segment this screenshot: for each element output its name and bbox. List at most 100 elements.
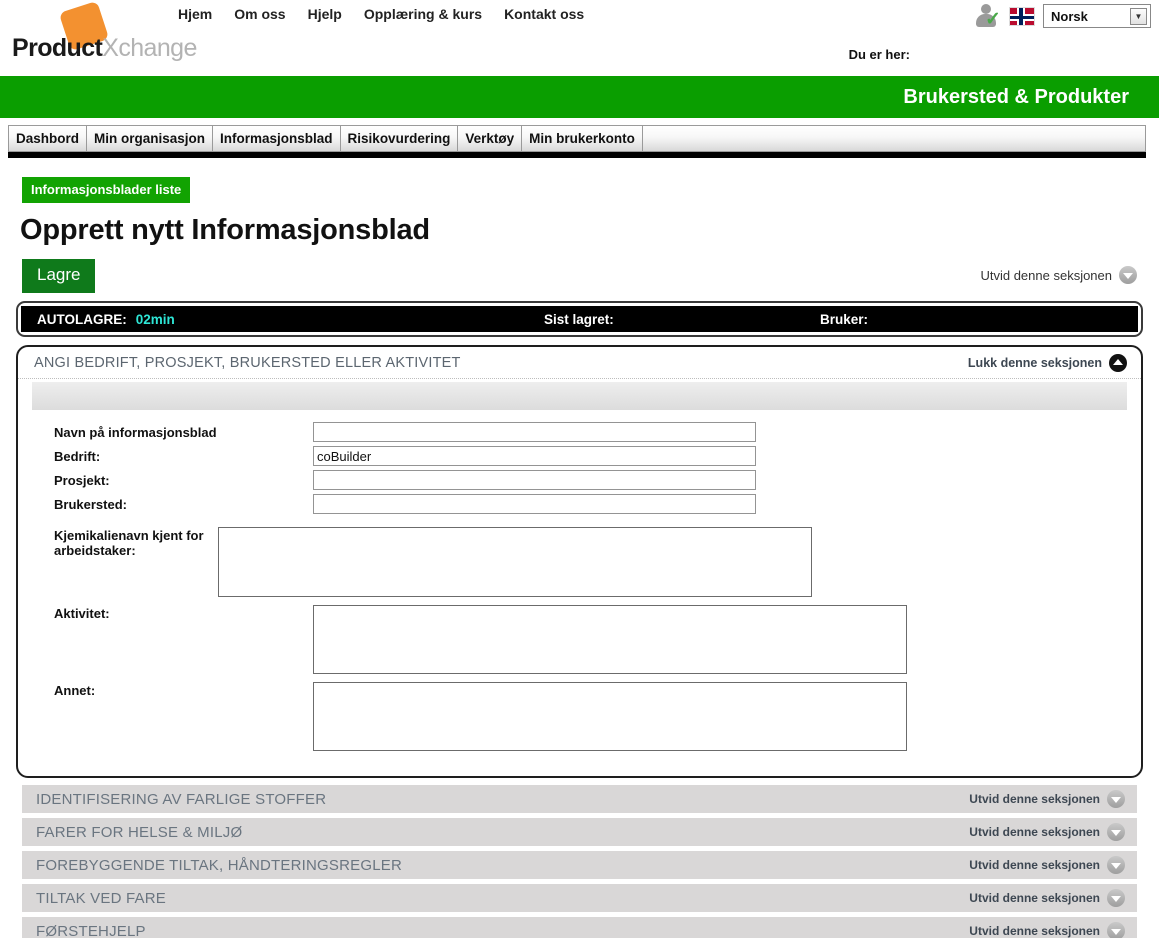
top-navigation: Hjem Om oss Hjelp Opplæring & kurs Konta… <box>178 6 584 22</box>
form-row: Kjemikalienavn kjent for arbeidstaker: <box>18 527 1141 597</box>
language-select-value: Norsk <box>1051 8 1088 24</box>
expand-section-button[interactable]: Utvid denne seksjonen <box>969 889 1125 907</box>
triangle <box>1111 928 1121 935</box>
page-banner: Brukersted & Produkter <box>0 76 1159 118</box>
expand-section-label: Utvid denne seksjonen <box>969 891 1100 905</box>
nav-item-hjem[interactable]: Hjem <box>178 6 212 22</box>
triangle <box>1111 829 1121 836</box>
checkmark-icon: ✓ <box>985 9 1001 30</box>
chevron-up-circle-icon[interactable] <box>1109 353 1127 372</box>
textarea-annet[interactable] <box>313 682 907 751</box>
tab-filler <box>643 126 1145 151</box>
form-row: Annet: <box>18 682 1141 751</box>
tab-underline <box>8 152 1146 158</box>
breadcrumb-informasjonsblader-liste[interactable]: Informasjonsblader liste <box>22 177 191 203</box>
last-saved-label: Sist lagret: <box>544 311 614 327</box>
triangle <box>1111 862 1121 869</box>
section-title: FARER FOR HELSE & MILJØ <box>36 823 243 841</box>
chevron-down-icon[interactable]: ▼ <box>1130 7 1147 25</box>
expand-all-label: Utvid denne seksjonen <box>980 267 1112 283</box>
save-button[interactable]: Lagre <box>22 259 96 293</box>
collapsed-sections: IDENTIFISERING AV FARLIGE STOFFER Utvid … <box>22 785 1137 938</box>
section-farer-for-helse-miljo[interactable]: FARER FOR HELSE & MILJØ Utvid denne seks… <box>22 818 1137 846</box>
textarea-kjemikalienavn[interactable] <box>218 527 812 597</box>
section-title: FOREBYGGENDE TILTAK, HÅNDTERINGSREGLER <box>36 856 402 874</box>
section-header[interactable]: ANGI BEDRIFT, PROSJEKT, BRUKERSTED ELLER… <box>18 347 1141 379</box>
section-title: FØRSTEHJELP <box>36 922 146 938</box>
section-title: ANGI BEDRIFT, PROSJEKT, BRUKERSTED ELLER… <box>34 354 461 371</box>
triangle <box>1123 272 1133 279</box>
section-tiltak-ved-fare[interactable]: TILTAK VED FARE Utvid denne seksjonen <box>22 884 1137 912</box>
expand-section-label: Utvid denne seksjonen <box>969 858 1100 872</box>
triangle <box>1111 895 1121 902</box>
label-navn-pa-informasjonsblad: Navn på informasjonsblad <box>54 425 217 440</box>
section-form: Navn på informasjonsblad Bedrift: Prosje… <box>18 410 1141 776</box>
close-section-label: Lukk denne seksjonen <box>967 355 1102 370</box>
action-row: Lagre Utvid denne seksjonen <box>0 259 1159 295</box>
main-tabs: Dashbord Min organisasjon Informasjonsbl… <box>8 125 1146 158</box>
tab-dashbord[interactable]: Dashbord <box>9 126 88 151</box>
section-forstehjelp[interactable]: FØRSTEHJELP Utvid denne seksjonen <box>22 917 1137 938</box>
expand-section-button[interactable]: Utvid denne seksjonen <box>969 856 1125 874</box>
label-aktivitet: Aktivitet: <box>54 606 110 621</box>
input-prosjekt[interactable] <box>313 470 756 490</box>
norway-flag-icon <box>1009 6 1035 26</box>
input-bedrift[interactable] <box>313 446 756 466</box>
nav-item-opplaering-kurs[interactable]: Opplæring & kurs <box>364 6 482 22</box>
chevron-down-circle-icon[interactable] <box>1107 823 1125 841</box>
logo-text-xchange: Xchange <box>102 34 197 62</box>
site-header: ProductXchange Hjem Om oss Hjelp Opplæri… <box>0 0 1159 76</box>
logo[interactable]: ProductXchange <box>12 0 197 66</box>
label-annet: Annet: <box>54 683 96 698</box>
autosave-label: AUTOLAGRE: <box>37 311 127 327</box>
section-forebyggende-tiltak[interactable]: FOREBYGGENDE TILTAK, HÅNDTERINGSREGLER U… <box>22 851 1137 879</box>
user-label: Bruker: <box>820 311 869 327</box>
banner-title: Brukersted & Produkter <box>903 85 1129 108</box>
label-bedrift: Bedrift: <box>54 449 101 464</box>
tab-list: Dashbord Min organisasjon Informasjonsbl… <box>8 125 1146 152</box>
expand-section-button[interactable]: Utvid denne seksjonen <box>969 790 1125 808</box>
autosave-bar: AUTOLAGRE: 02min Sist lagret: Bruker: <box>16 301 1143 337</box>
form-row: Aktivitet: <box>18 605 1141 674</box>
expand-section-label: Utvid denne seksjonen <box>969 792 1100 806</box>
textarea-aktivitet[interactable] <box>313 605 907 674</box>
label-brukersted: Brukersted: <box>54 497 127 512</box>
nav-item-hjelp[interactable]: Hjelp <box>308 6 342 22</box>
account-area: ✓ Norsk ▼ <box>975 3 1151 29</box>
section-angi-bedrift: ANGI BEDRIFT, PROSJEKT, BRUKERSTED ELLER… <box>16 345 1143 778</box>
autosave-timer: 02min <box>135 311 175 327</box>
expand-all-sections-button[interactable]: Utvid denne seksjonen <box>980 266 1137 284</box>
tab-informasjonsblad[interactable]: Informasjonsblad <box>213 126 341 151</box>
expand-section-button[interactable]: Utvid denne seksjonen <box>969 922 1125 938</box>
nav-item-om-oss[interactable]: Om oss <box>234 6 285 22</box>
label-kjemikalienavn: Kjemikalienavn kjent for arbeidstaker: <box>54 528 204 558</box>
label-prosjekt: Prosjekt: <box>54 473 110 488</box>
user-logged-in-icon[interactable]: ✓ <box>975 3 1001 29</box>
tab-verktoy[interactable]: Verktøy <box>458 126 523 151</box>
chevron-down-circle-icon[interactable] <box>1107 889 1125 907</box>
section-title: TILTAK VED FARE <box>36 889 166 907</box>
close-section-button[interactable]: Lukk denne seksjonen <box>967 353 1127 372</box>
language-select[interactable]: Norsk ▼ <box>1043 4 1151 28</box>
input-brukersted[interactable] <box>313 494 756 514</box>
input-navn-pa-informasjonsblad[interactable] <box>313 422 756 442</box>
nav-item-kontakt-oss[interactable]: Kontakt oss <box>504 6 584 22</box>
chevron-down-circle-icon[interactable] <box>1107 856 1125 874</box>
tab-min-brukerkonto[interactable]: Min brukerkonto <box>522 126 643 151</box>
form-row: Prosjekt: <box>18 470 1141 490</box>
logo-text-product: Product <box>12 34 103 62</box>
chevron-down-circle-icon[interactable] <box>1107 922 1125 938</box>
tab-risikovurdering[interactable]: Risikovurdering <box>341 126 459 151</box>
form-row: Brukersted: <box>18 494 1141 514</box>
section-identifisering-av-farlige-stoffer[interactable]: IDENTIFISERING AV FARLIGE STOFFER Utvid … <box>22 785 1137 813</box>
chevron-down-circle-icon[interactable] <box>1119 266 1137 284</box>
expand-section-label: Utvid denne seksjonen <box>969 825 1100 839</box>
form-row: Bedrift: <box>18 446 1141 466</box>
triangle <box>1111 796 1121 803</box>
page-title: Opprett nytt Informasjonsblad <box>20 214 430 246</box>
triangle <box>1113 359 1123 365</box>
flag-stripe <box>1010 15 1034 19</box>
expand-section-button[interactable]: Utvid denne seksjonen <box>969 823 1125 841</box>
tab-min-organisasjon[interactable]: Min organisasjon <box>87 126 214 151</box>
chevron-down-circle-icon[interactable] <box>1107 790 1125 808</box>
